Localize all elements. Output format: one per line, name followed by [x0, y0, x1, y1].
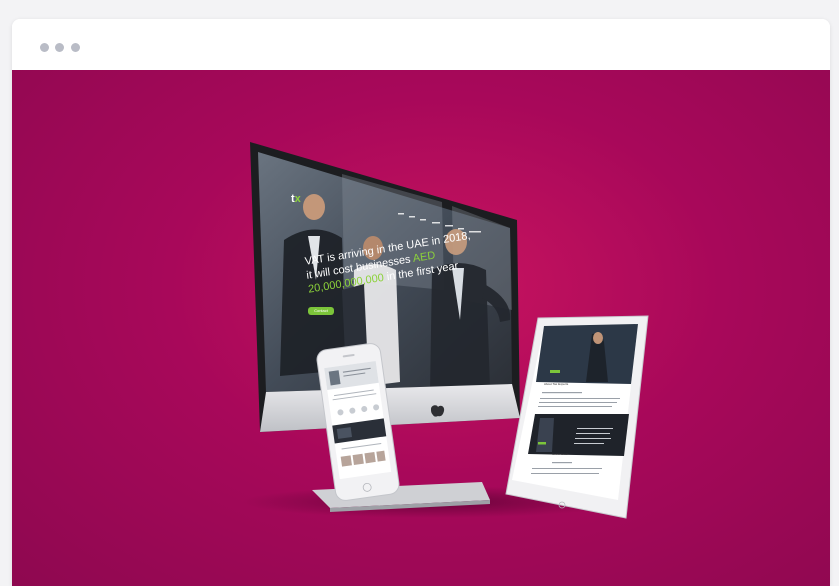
- device-mockup-illustration: [242, 142, 649, 519]
- mock-logo-x: x: [294, 193, 301, 205]
- window-control-dot[interactable]: [40, 43, 49, 52]
- mock-logo: tx: [291, 193, 301, 205]
- window-titlebar: [12, 19, 830, 70]
- window-control-dot[interactable]: [71, 43, 80, 52]
- hero-canvas: tx VAT is arriving in the UAE in 2018, i…: [12, 70, 830, 586]
- window-control-dot[interactable]: [55, 43, 64, 52]
- tablet-device: [505, 315, 649, 519]
- browser-window: tx VAT is arriving in the UAE in 2018, i…: [12, 19, 830, 586]
- tablet-contact-heading: Get in touch: [552, 452, 569, 456]
- mock-contact-button[interactable]: Contact: [308, 307, 334, 315]
- tablet-about-heading: About Tax Experts: [544, 382, 569, 386]
